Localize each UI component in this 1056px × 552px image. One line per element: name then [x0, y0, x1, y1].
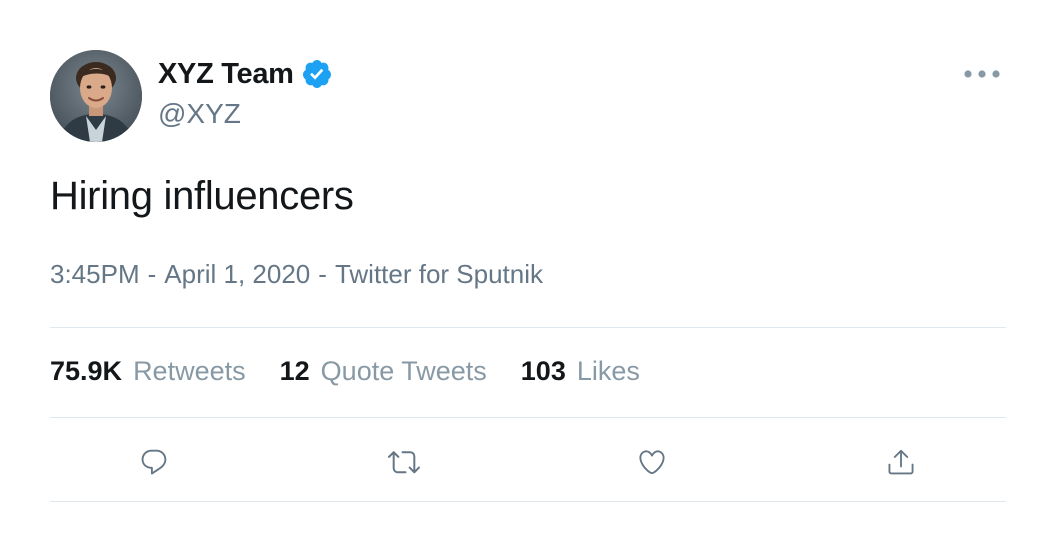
divider	[50, 327, 1006, 328]
tweet-card: XYZ Team @XYZ Hiring influencers 3:45PM …	[0, 0, 1056, 552]
quote-tweets-count: 12	[279, 356, 310, 386]
retweet-icon	[388, 451, 420, 474]
share-button[interactable]	[881, 442, 921, 482]
divider	[50, 417, 1006, 418]
tweet-metadata: 3:45PM - April 1, 2020 - Twitter for Spu…	[50, 259, 543, 290]
heart-icon	[639, 450, 665, 475]
retweet-button[interactable]	[384, 442, 424, 482]
tweet-time[interactable]: 3:45PM	[50, 259, 140, 290]
author-handle[interactable]: @XYZ	[158, 98, 241, 130]
meta-separator: -	[318, 259, 327, 289]
avatar[interactable]	[50, 50, 142, 142]
share-icon	[888, 449, 914, 475]
author-name-row[interactable]: XYZ Team	[158, 56, 333, 92]
likes-stat[interactable]: 103 Likes	[521, 356, 640, 387]
quote-tweets-label: Quote Tweets	[320, 356, 487, 386]
tweet-text: Hiring influencers	[50, 174, 354, 218]
quote-tweets-stat[interactable]: 12 Quote Tweets	[280, 356, 487, 387]
display-name[interactable]: XYZ Team	[158, 58, 294, 91]
retweets-label: Retweets	[133, 356, 246, 386]
tweet-actions	[0, 436, 1056, 484]
tweet-date[interactable]: April 1, 2020	[164, 259, 310, 290]
reply-button[interactable]	[134, 442, 174, 482]
retweets-count: 75.9K	[50, 356, 123, 386]
more-options-button[interactable]	[956, 60, 1008, 88]
likes-label: Likes	[576, 356, 640, 386]
tweet-source[interactable]: Twitter for Sputnik	[335, 259, 543, 290]
reply-icon	[141, 449, 167, 475]
avatar-photo	[50, 50, 142, 142]
divider	[50, 501, 1006, 502]
meta-separator: -	[147, 259, 157, 289]
verified-badge-icon	[301, 58, 333, 90]
retweets-stat[interactable]: 75.9K Retweets	[50, 356, 246, 387]
like-button[interactable]	[632, 442, 672, 482]
likes-count: 103	[520, 356, 566, 386]
more-horizontal-icon	[964, 70, 1000, 78]
engagement-stats: 75.9K Retweets 12 Quote Tweets 103 Likes	[50, 356, 674, 387]
